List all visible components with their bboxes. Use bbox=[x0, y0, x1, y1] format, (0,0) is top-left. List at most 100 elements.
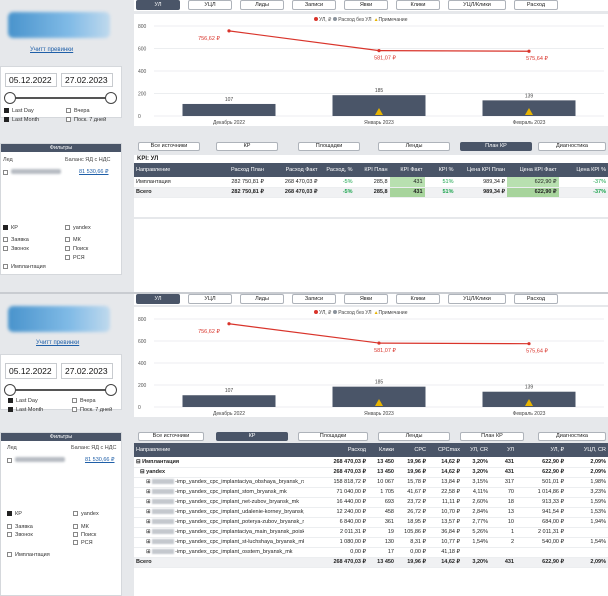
src-diagnostics[interactable]: Диагностика bbox=[538, 142, 606, 151]
date-slider-end-handle[interactable] bbox=[105, 384, 117, 396]
account-row[interactable] bbox=[7, 457, 65, 464]
period-last-7-days[interactable]: Поск. 7 дней bbox=[66, 117, 106, 123]
src-kr[interactable]: КР bbox=[216, 432, 288, 441]
help-link[interactable]: Учитт превинки bbox=[30, 47, 73, 53]
table-row[interactable]: ⊞ -imp_yandex_cpc_implant_stom_bryansk_m… bbox=[134, 487, 608, 498]
channel-implant[interactable]: Имплантация bbox=[7, 552, 50, 558]
channel-mk[interactable]: МК bbox=[73, 524, 89, 530]
col-kpi-pct[interactable]: КРІ % bbox=[424, 163, 456, 177]
period-last-7-days[interactable]: Поск. 7 дней bbox=[72, 407, 112, 413]
table-row[interactable]: ⊞ -imp_yandex_cpc_implant_osstem_bryansk… bbox=[134, 547, 608, 558]
col-ul-cr[interactable]: УЛ, CR bbox=[462, 443, 490, 457]
tab-spend[interactable]: Расход bbox=[514, 294, 558, 304]
src-platforms[interactable]: Площадки bbox=[298, 432, 368, 441]
tab-ucl[interactable]: УЦЛ bbox=[188, 0, 232, 10]
date-to-input[interactable]: 27.02.2023 bbox=[61, 363, 113, 379]
date-to-input[interactable]: 27.02.2023 bbox=[61, 73, 113, 87]
campaign-name: -imp_yandex_cpc_implant_stom_bryansk_mk bbox=[175, 489, 287, 495]
channel-request[interactable]: Заявка bbox=[3, 237, 29, 243]
channel-yandex[interactable]: yandex bbox=[65, 225, 91, 231]
src-all[interactable]: Все источники bbox=[138, 432, 204, 441]
tab-visits[interactable]: Явки bbox=[344, 294, 388, 304]
channel-rsya[interactable]: РСЯ bbox=[65, 255, 85, 261]
col-kpi-price-plan[interactable]: Цена КРІ План bbox=[455, 163, 507, 177]
tab-ucl-clicks[interactable]: УЦЛ/Клики bbox=[448, 294, 506, 304]
src-platforms[interactable]: Площадки bbox=[298, 142, 360, 151]
date-slider-start-handle[interactable] bbox=[4, 384, 16, 396]
tab-ul[interactable]: УЛ bbox=[136, 294, 180, 304]
subgroup-row[interactable]: ⊟ yandex 268 470,03 ₽ 13 450 19,96 ₽ 14,… bbox=[134, 467, 608, 478]
help-link[interactable]: Учитт превинки bbox=[36, 340, 79, 346]
date-slider-end-handle[interactable] bbox=[105, 92, 117, 104]
col-clicks[interactable]: Клики bbox=[368, 443, 396, 457]
balance-value[interactable]: 81 530,66 ₽ bbox=[79, 169, 109, 175]
col-ucl-cr[interactable]: УЦЛ, CR bbox=[566, 443, 608, 457]
col-spend[interactable]: Расход bbox=[304, 443, 368, 457]
col-direction[interactable]: Направление bbox=[134, 443, 304, 457]
tab-spend[interactable]: Расход bbox=[514, 0, 558, 10]
date-slider-start-handle[interactable] bbox=[4, 92, 16, 104]
channel-kr[interactable]: КР bbox=[3, 225, 18, 231]
col-ul-price[interactable]: УЛ, ₽ bbox=[516, 443, 566, 457]
redacted-prefix bbox=[152, 479, 175, 484]
col-spend-plan[interactable]: Расход План bbox=[212, 163, 266, 177]
col-spend-pct[interactable]: Расход, % bbox=[319, 163, 355, 177]
col-kpi-price-fact[interactable]: Цена КРІ Факт bbox=[506, 163, 559, 177]
table-row[interactable]: ⊞ -imp_yandex_cpc_implantaciya_obshaya_b… bbox=[134, 477, 608, 488]
src-plan-kr[interactable]: План КР bbox=[460, 142, 532, 151]
account-row[interactable] bbox=[3, 169, 61, 176]
tab-clicks[interactable]: Клики bbox=[396, 0, 440, 10]
period-yesterday[interactable]: Вчера bbox=[72, 398, 96, 404]
group-row[interactable]: ⊟ Имплантация 268 470,03 ₽ 13 450 19,96 … bbox=[134, 457, 608, 468]
src-all[interactable]: Все источники bbox=[138, 142, 200, 151]
col-cpcmax[interactable]: CPCmax bbox=[428, 443, 462, 457]
channel-call[interactable]: Звонок bbox=[7, 532, 33, 538]
period-last-month[interactable]: Last Month bbox=[8, 407, 43, 413]
table-row[interactable]: ⊞ -imp_yandex_cpc_implant_udalenie-korne… bbox=[134, 507, 608, 518]
src-plan-kr[interactable]: План КР bbox=[460, 432, 524, 441]
period-yesterday[interactable]: Вчера bbox=[66, 108, 90, 114]
col-kpi-price-pct[interactable]: Цена КРІ % bbox=[558, 163, 608, 177]
tab-leads[interactable]: Лиды bbox=[240, 0, 284, 10]
src-diagnostics[interactable]: Диагностика bbox=[538, 432, 606, 441]
channel-mk[interactable]: МК bbox=[65, 237, 81, 243]
cell: 1,59% bbox=[566, 497, 608, 508]
col-spend-fact[interactable]: Расход Факт bbox=[265, 163, 320, 177]
channel-kr[interactable]: КР bbox=[7, 511, 22, 517]
tab-records[interactable]: Записи bbox=[292, 294, 336, 304]
table-row[interactable]: ⊞ -imp_yandex_cpc_implant_poterya-zubov_… bbox=[134, 517, 608, 528]
period-last-month[interactable]: Last Month bbox=[4, 117, 39, 123]
date-slider-track[interactable] bbox=[9, 389, 111, 391]
tab-leads[interactable]: Лиды bbox=[240, 294, 284, 304]
channel-search[interactable]: Поиск bbox=[65, 246, 88, 252]
tab-ucl-clicks[interactable]: УЦЛ/Клики bbox=[448, 0, 506, 10]
col-kpi-fact[interactable]: КРІ Факт bbox=[389, 163, 425, 177]
table-row[interactable]: ⊞ -imp_yandex_cpc_implantaciya_main_brya… bbox=[134, 527, 608, 538]
period-last-day[interactable]: Last Day bbox=[4, 108, 34, 114]
channel-rsya[interactable]: РСЯ bbox=[73, 540, 93, 546]
date-from-input[interactable]: 05.12.2022 bbox=[5, 363, 57, 379]
channel-search[interactable]: Поиск bbox=[73, 532, 96, 538]
tab-ucl[interactable]: УЦЛ bbox=[188, 294, 232, 304]
tab-records[interactable]: Записи bbox=[292, 0, 336, 10]
col-kpi-plan[interactable]: КРІ План bbox=[354, 163, 390, 177]
tab-visits[interactable]: Явки bbox=[344, 0, 388, 10]
src-kr[interactable]: КР bbox=[216, 142, 278, 151]
src-landings[interactable]: Ленды bbox=[378, 142, 450, 151]
period-last-day[interactable]: Last Day bbox=[8, 398, 38, 404]
channel-implant[interactable]: Имплантация bbox=[3, 264, 46, 270]
date-from-input[interactable]: 05.12.2022 bbox=[5, 73, 57, 87]
date-slider-track[interactable] bbox=[9, 97, 111, 99]
col-direction[interactable]: Направление bbox=[134, 163, 213, 177]
tab-ul[interactable]: УЛ bbox=[136, 0, 180, 10]
channel-request[interactable]: Заявка bbox=[7, 524, 33, 530]
col-cpc[interactable]: CPC bbox=[396, 443, 428, 457]
channel-call[interactable]: Звонок bbox=[3, 246, 29, 252]
col-ul[interactable]: УЛ bbox=[490, 443, 516, 457]
src-landings[interactable]: Ленды bbox=[378, 432, 450, 441]
channel-yandex[interactable]: yandex bbox=[73, 511, 99, 517]
table-row[interactable]: ⊞ -imp_yandex_cpc_implant_net-zubov_brya… bbox=[134, 497, 608, 508]
table-row[interactable]: ⊞ -imp_yandex_cpc_implant_st-luchshaya_b… bbox=[134, 537, 608, 548]
balance-value[interactable]: 81 530,66 ₽ bbox=[85, 457, 115, 463]
tab-clicks[interactable]: Клики bbox=[396, 294, 440, 304]
